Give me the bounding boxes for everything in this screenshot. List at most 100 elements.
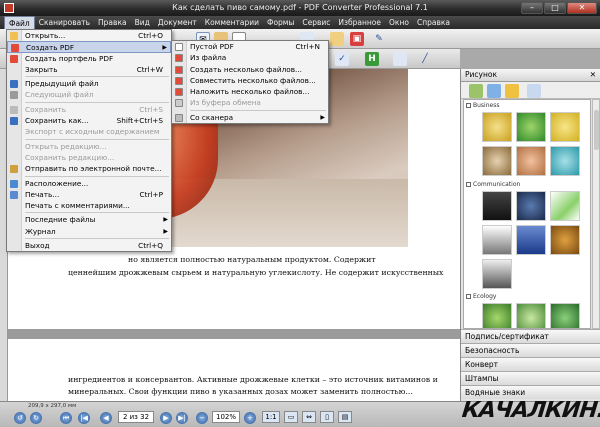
menu-item-icon <box>10 66 18 74</box>
submenu-arrow-icon: ▶ <box>320 113 325 121</box>
menu-item[interactable]: Пустой PDF Ctrl+N <box>172 41 328 52</box>
next-page-icon[interactable]: ▶ <box>160 412 172 424</box>
prev-page-icon[interactable]: ◀ <box>100 412 112 424</box>
first-page-icon[interactable]: |◀ <box>78 412 90 424</box>
clipart-thumbnail[interactable] <box>482 191 512 221</box>
zoom-out-icon[interactable]: − <box>196 412 208 424</box>
page-dimensions: 209,9 x 297,0 мм <box>28 403 77 409</box>
rotate-right-icon[interactable]: ↻ <box>30 412 42 424</box>
single-page-icon[interactable]: ▯ <box>320 411 334 423</box>
first-page-icon[interactable]: ⏮ <box>60 412 72 424</box>
page-number-field[interactable]: 2 из 32 <box>118 411 154 423</box>
document-text-line: ингредиентов и консервантов. Активные др… <box>68 375 438 384</box>
clipart-thumbnail[interactable] <box>516 303 546 328</box>
menu-item[interactable]: Печать... Ctrl+P <box>7 189 171 200</box>
menu-item[interactable]: Со сканера ▶ <box>172 112 328 123</box>
menu-item-icon <box>175 54 183 63</box>
menu-item[interactable]: Совместить несколько файлов... <box>172 75 328 86</box>
menu-item-icon <box>10 117 18 126</box>
clipart-thumbnail[interactable] <box>550 146 580 176</box>
menu-item[interactable]: Открыть... Ctrl+O <box>7 30 171 41</box>
fit-width-icon[interactable]: ⇔ <box>302 411 316 423</box>
close-button[interactable]: ✕ <box>567 2 597 14</box>
clipart-thumbnail[interactable] <box>550 303 580 328</box>
continuous-icon[interactable]: ▤ <box>338 411 352 423</box>
clipart-thumbnail[interactable] <box>550 191 580 221</box>
menu-item-icon <box>10 128 18 136</box>
menu-favorites[interactable]: Избранное <box>334 16 385 29</box>
clipart-thumbnail[interactable] <box>516 225 546 255</box>
line-tool-icon[interactable]: ╱ <box>418 52 432 66</box>
menu-item[interactable]: Из файла <box>172 52 328 63</box>
menu-item[interactable]: Последние файлы ▶ <box>7 214 171 225</box>
pen-icon[interactable]: ✎ <box>372 32 386 46</box>
zoom-field[interactable]: 102% <box>212 411 240 423</box>
accordion-envelope[interactable]: Конверт <box>461 357 600 371</box>
menu-item-label: Пустой PDF <box>190 42 234 51</box>
image-icon[interactable] <box>469 84 483 98</box>
menu-item[interactable]: Отправить по электронной почте... <box>7 163 171 174</box>
accordion-watermarks[interactable]: Водяные знаки <box>461 385 600 399</box>
category-header[interactable]: Business <box>466 102 499 109</box>
menu-item[interactable]: Закрыть Ctrl+W <box>7 64 171 75</box>
stamp-icon[interactable]: ▣ <box>350 32 364 46</box>
menu-file[interactable]: Файл <box>4 16 35 29</box>
clipart-thumbnail[interactable] <box>482 225 512 255</box>
menu-item-label: Со сканера <box>190 112 234 122</box>
menu-item[interactable]: Печать с комментариями... <box>7 200 171 211</box>
menu-item-label: Сохранить редакцию... <box>25 152 115 162</box>
text-field-icon[interactable]: ✓ <box>335 52 349 66</box>
clipart-thumbnail[interactable] <box>482 146 512 176</box>
menu-item[interactable]: Наложить несколько файлов... <box>172 86 328 97</box>
search-icon[interactable] <box>505 84 519 98</box>
menu-item[interactable]: Предыдущий файл <box>7 78 171 89</box>
close-icon[interactable]: ✕ <box>590 69 596 81</box>
menu-item[interactable]: Журнал ▶ <box>7 226 171 237</box>
accordion-signature[interactable]: Подпись/сертификат <box>461 329 600 343</box>
fit-page-icon[interactable]: ▭ <box>284 411 298 423</box>
menu-comments[interactable]: Комментарии <box>201 16 263 29</box>
menu-tools[interactable]: Сервис <box>298 16 334 29</box>
clipart-thumbnail[interactable] <box>482 303 512 328</box>
zoom-in-icon[interactable]: + <box>244 412 256 424</box>
button-field-icon[interactable]: H <box>365 52 379 66</box>
menu-view[interactable]: Вид <box>131 16 154 29</box>
maximize-button[interactable]: □ <box>544 2 566 14</box>
accordion-stamps[interactable]: Штампы <box>461 371 600 385</box>
menu-edit[interactable]: Правка <box>94 16 131 29</box>
menu-item[interactable]: Создать PDF ▶ <box>7 41 171 53</box>
accordion-security[interactable]: Безопасность <box>461 343 600 357</box>
clipart-thumbnail[interactable] <box>550 225 580 255</box>
menu-window[interactable]: Окно <box>385 16 413 29</box>
last-page-icon[interactable]: ▶| <box>176 412 188 424</box>
clipart-thumbnail[interactable] <box>516 191 546 221</box>
category-header[interactable]: Communication <box>466 181 520 188</box>
category-header[interactable]: Ecology <box>466 293 496 300</box>
rotate-left-icon[interactable]: ↺ <box>14 412 26 424</box>
panel-scrollbar[interactable] <box>592 99 600 329</box>
clipart-thumbnail[interactable] <box>516 146 546 176</box>
menu-item-icon <box>175 43 183 51</box>
highlight-icon[interactable] <box>330 32 344 46</box>
menu-item[interactable]: Создать несколько файлов... <box>172 64 328 75</box>
menu-item[interactable]: Сохранить как... Shift+Ctrl+S <box>7 115 171 126</box>
clipart-thumbnail[interactable] <box>516 112 546 142</box>
menu-item-label: Печать с комментариями... <box>25 201 130 211</box>
menu-document[interactable]: Документ <box>154 16 201 29</box>
options-icon[interactable] <box>527 84 541 98</box>
menu-scan[interactable]: Сканировать <box>35 16 94 29</box>
menu-forms[interactable]: Формы <box>263 16 298 29</box>
clipart-thumbnail[interactable] <box>482 259 512 289</box>
clipart-thumbnail[interactable] <box>482 112 512 142</box>
menu-item[interactable]: Создать портфель PDF <box>7 53 171 64</box>
library-icon[interactable] <box>487 84 501 98</box>
menu-help[interactable]: Справка <box>413 16 454 29</box>
menu-item[interactable]: Расположение... <box>7 178 171 189</box>
menu-item[interactable]: Выход Ctrl+Q <box>7 240 171 251</box>
clipart-thumbnail[interactable] <box>550 112 580 142</box>
menu-item-icon <box>10 54 18 63</box>
clipart-list[interactable]: Business Communication Ecology <box>463 99 591 329</box>
checkbox-field-icon[interactable] <box>393 52 407 66</box>
minimize-button[interactable]: – <box>521 2 543 14</box>
actual-size-icon[interactable]: 1:1 <box>262 411 280 423</box>
